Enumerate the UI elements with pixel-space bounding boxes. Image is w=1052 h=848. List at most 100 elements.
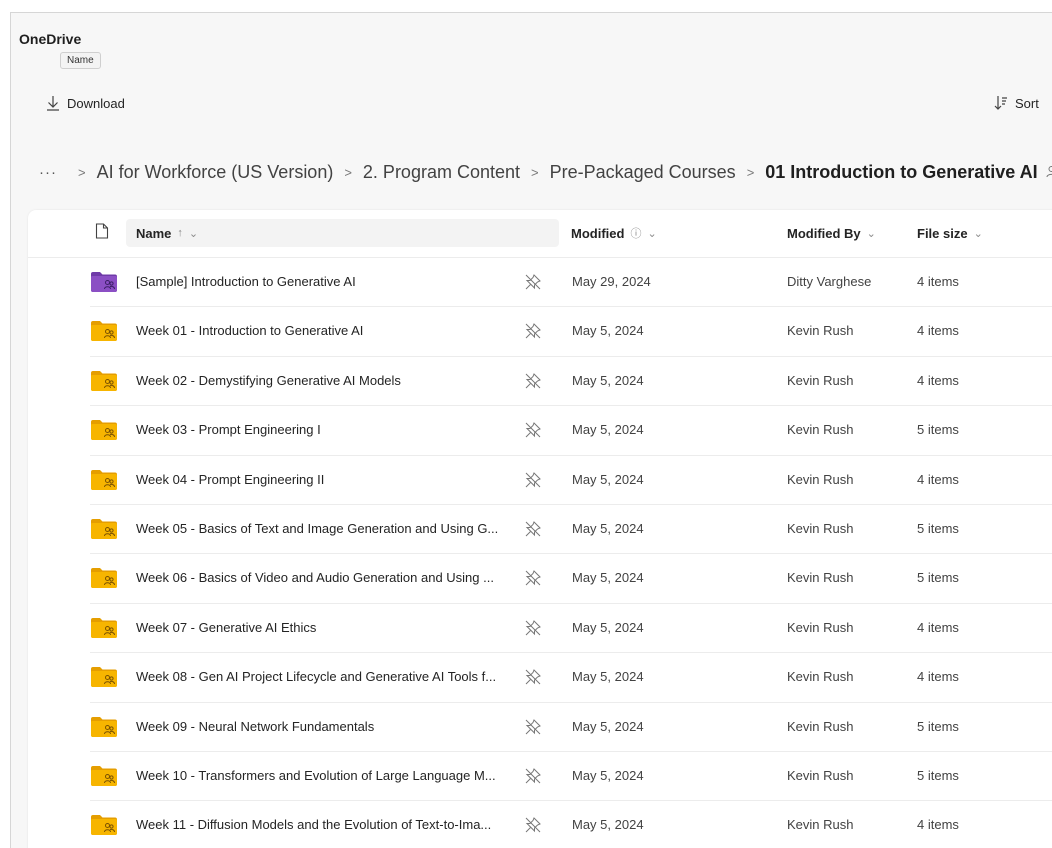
item-name[interactable]: Week 02 - Demystifying Generative AI Mod… bbox=[136, 373, 516, 388]
item-modified-by: Kevin Rush bbox=[787, 422, 854, 438]
shared-folder-icon bbox=[90, 716, 118, 738]
item-name[interactable]: Week 03 - Prompt Engineering I bbox=[136, 422, 516, 437]
download-icon bbox=[45, 95, 61, 111]
item-modified-by: Kevin Rush bbox=[787, 372, 854, 388]
name-tooltip: Name bbox=[60, 52, 101, 69]
item-modified: May 5, 2024 bbox=[572, 619, 644, 635]
breadcrumb: ··· > AI for Workforce (US Version) > 2.… bbox=[39, 160, 1052, 184]
item-size: 5 items bbox=[917, 718, 959, 734]
item-name[interactable]: Week 04 - Prompt Engineering II bbox=[136, 472, 516, 487]
item-modified-by: Kevin Rush bbox=[787, 520, 854, 536]
column-header-file-size[interactable]: File size ⌄ bbox=[917, 219, 983, 247]
item-modified-by: Kevin Rush bbox=[787, 323, 854, 339]
list-header: Name ↑ ⌄ Modified ⓘ ⌄ Modified By ⌄ File… bbox=[28, 210, 1052, 258]
item-name[interactable]: Week 06 - Basics of Video and Audio Gene… bbox=[136, 570, 516, 585]
command-bar: Download Sort bbox=[11, 93, 1052, 119]
breadcrumb-item[interactable]: AI for Workforce (US Version) bbox=[97, 162, 334, 183]
pin-icon[interactable] bbox=[524, 421, 542, 439]
breadcrumb-more-button[interactable]: ··· bbox=[39, 164, 57, 181]
column-file-size-label: File size bbox=[917, 225, 968, 241]
column-name-label: Name bbox=[136, 225, 172, 241]
shared-folder-icon bbox=[90, 567, 118, 589]
item-name[interactable]: Week 08 - Gen AI Project Lifecycle and G… bbox=[136, 669, 516, 684]
item-modified: May 5, 2024 bbox=[572, 422, 644, 438]
item-modified: May 5, 2024 bbox=[572, 471, 644, 487]
file-rows: [Sample] Introduction to Generative AI M… bbox=[28, 258, 1052, 848]
chevron-right-icon: > bbox=[344, 164, 352, 180]
item-name[interactable]: Week 07 - Generative AI Ethics bbox=[136, 620, 516, 635]
table-row[interactable]: Week 05 - Basics of Text and Image Gener… bbox=[90, 505, 1052, 555]
pin-icon[interactable] bbox=[524, 767, 542, 785]
chevron-right-icon: > bbox=[746, 164, 755, 180]
table-row[interactable]: Week 07 - Generative AI Ethics May 5, 20… bbox=[90, 604, 1052, 654]
item-name[interactable]: Week 11 - Diffusion Models and the Evolu… bbox=[136, 817, 516, 832]
item-modified: May 5, 2024 bbox=[572, 669, 644, 685]
file-list: Name ↑ ⌄ Modified ⓘ ⌄ Modified By ⌄ File… bbox=[28, 210, 1052, 848]
item-modified: May 5, 2024 bbox=[572, 570, 644, 586]
pin-icon[interactable] bbox=[524, 372, 542, 390]
chevron-down-icon: ⌄ bbox=[647, 227, 657, 240]
pin-icon[interactable] bbox=[524, 520, 542, 538]
download-label: Download bbox=[67, 95, 125, 111]
sort-button[interactable]: Sort bbox=[993, 95, 1039, 111]
item-name[interactable]: Week 01 - Introduction to Generative AI bbox=[136, 323, 516, 338]
item-size: 4 items bbox=[917, 817, 959, 833]
item-modified-by: Kevin Rush bbox=[787, 669, 854, 685]
shared-folder-icon bbox=[90, 765, 118, 787]
item-name[interactable]: Week 10 - Transformers and Evolution of … bbox=[136, 768, 516, 783]
chevron-down-icon: ⌄ bbox=[866, 227, 876, 240]
breadcrumb-item[interactable]: Pre-Packaged Courses bbox=[550, 162, 736, 183]
chevron-down-icon: ⌄ bbox=[188, 227, 199, 240]
item-modified: May 5, 2024 bbox=[572, 372, 644, 388]
item-modified: May 5, 2024 bbox=[572, 520, 644, 536]
table-row[interactable]: Week 11 - Diffusion Models and the Evolu… bbox=[90, 801, 1052, 848]
table-row[interactable]: Week 10 - Transformers and Evolution of … bbox=[90, 752, 1052, 802]
table-row[interactable]: Week 06 - Basics of Video and Audio Gene… bbox=[90, 554, 1052, 604]
item-size: 5 items bbox=[917, 520, 959, 536]
download-button[interactable]: Download bbox=[45, 95, 125, 111]
pin-icon[interactable] bbox=[524, 718, 542, 736]
shared-folder-icon bbox=[90, 271, 118, 293]
item-name[interactable]: Week 05 - Basics of Text and Image Gener… bbox=[136, 521, 516, 536]
pin-icon[interactable] bbox=[524, 816, 542, 834]
pin-icon[interactable] bbox=[524, 668, 542, 686]
shared-folder-icon bbox=[90, 320, 118, 342]
chevron-right-icon: > bbox=[78, 164, 86, 180]
column-header-modified-by[interactable]: Modified By ⌄ bbox=[787, 219, 876, 247]
table-row[interactable]: Week 09 - Neural Network Fundamentals Ma… bbox=[90, 703, 1052, 752]
table-row[interactable]: Week 04 - Prompt Engineering II May 5, 2… bbox=[90, 456, 1052, 505]
item-name[interactable]: Week 09 - Neural Network Fundamentals bbox=[136, 719, 516, 734]
app-title: OneDrive bbox=[19, 31, 82, 47]
shared-folder-icon bbox=[90, 666, 118, 688]
item-modified-by: Kevin Rush bbox=[787, 619, 854, 635]
item-modified-by: Kevin Rush bbox=[787, 718, 854, 734]
shared-folder-icon bbox=[90, 814, 118, 836]
column-header-name[interactable]: Name ↑ ⌄ bbox=[126, 219, 559, 247]
item-size: 4 items bbox=[917, 323, 959, 339]
item-modified: May 29, 2024 bbox=[572, 274, 651, 289]
item-size: 4 items bbox=[917, 669, 959, 685]
item-modified-by: Kevin Rush bbox=[787, 767, 854, 783]
item-name[interactable]: [Sample] Introduction to Generative AI bbox=[136, 274, 516, 289]
item-size: 4 items bbox=[917, 619, 959, 635]
pin-icon[interactable] bbox=[524, 322, 542, 340]
item-modified-by: Kevin Rush bbox=[787, 817, 854, 833]
pin-icon[interactable] bbox=[524, 569, 542, 587]
item-modified: May 5, 2024 bbox=[572, 323, 644, 339]
pin-icon[interactable] bbox=[524, 471, 542, 489]
chevron-right-icon: > bbox=[531, 164, 539, 180]
table-row[interactable]: Week 08 - Gen AI Project Lifecycle and G… bbox=[90, 653, 1052, 703]
table-row[interactable]: [Sample] Introduction to Generative AI M… bbox=[90, 258, 1052, 308]
item-modified-by: Kevin Rush bbox=[787, 570, 854, 586]
pin-icon[interactable] bbox=[524, 273, 542, 291]
breadcrumb-item[interactable]: 2. Program Content bbox=[363, 162, 520, 183]
table-row[interactable]: Week 02 - Demystifying Generative AI Mod… bbox=[90, 357, 1052, 407]
item-size: 5 items bbox=[917, 570, 959, 586]
table-row[interactable]: Week 01 - Introduction to Generative AI … bbox=[90, 307, 1052, 357]
pin-icon[interactable] bbox=[524, 619, 542, 637]
table-row[interactable]: Week 03 - Prompt Engineering I May 5, 20… bbox=[90, 406, 1052, 456]
item-size: 4 items bbox=[917, 274, 959, 289]
column-header-modified[interactable]: Modified ⓘ ⌄ bbox=[571, 219, 657, 247]
item-modified-by: Ditty Varghese bbox=[787, 274, 872, 289]
info-icon: ⓘ bbox=[630, 228, 642, 240]
